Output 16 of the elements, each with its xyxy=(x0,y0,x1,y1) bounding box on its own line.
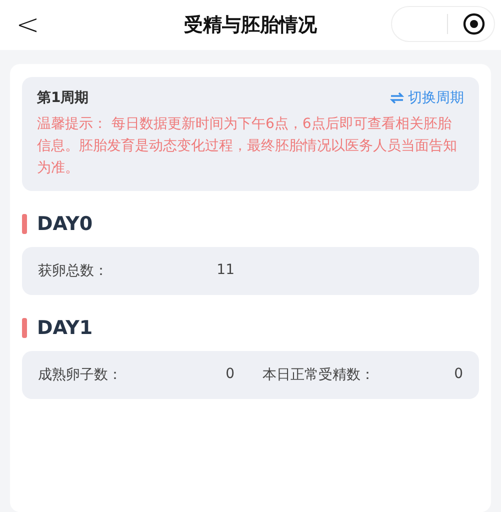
back-button[interactable]: < xyxy=(10,8,46,42)
notice-text: 温馨提示： 每日数据更新时间为下午6点，6点后即可查看相关胚胎信息。胚胎发育是动态变化过程，最终胚胎情况以医务人员当面告知为准。 xyxy=(37,115,458,178)
metric-value: 11 xyxy=(216,262,234,280)
section-accent-bar xyxy=(22,214,27,234)
metric-value: 0 xyxy=(226,366,234,384)
day-heading: DAY0 xyxy=(37,213,93,235)
metric-value: 0 xyxy=(454,366,463,384)
metric-label: 成熟卵子数： xyxy=(38,366,122,384)
close-target-icon[interactable] xyxy=(462,12,486,36)
cycle-label: 第1周期 xyxy=(37,89,89,107)
day-heading: DAY1 xyxy=(37,317,93,339)
page-title: 受精与胚胎情况 xyxy=(184,13,317,38)
section-accent-bar xyxy=(22,318,27,338)
metric-label: 本日正常受精数： xyxy=(262,366,374,384)
swap-icon xyxy=(390,92,404,104)
metric-label: 获卵总数： xyxy=(38,262,108,280)
